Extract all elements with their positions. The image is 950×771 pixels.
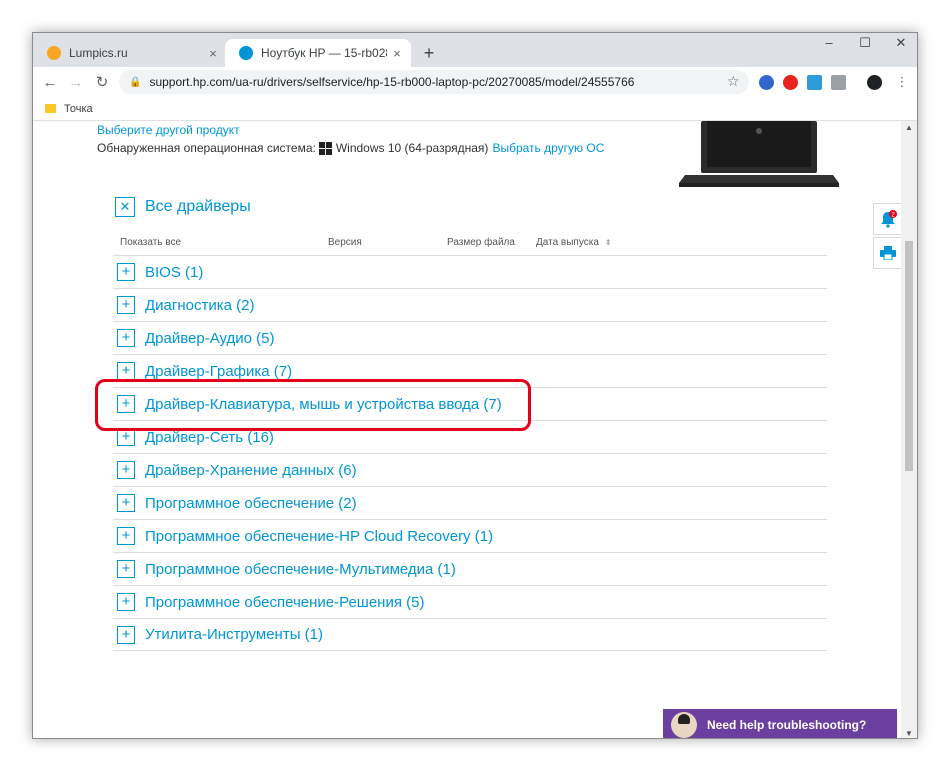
- lumpics-favicon-icon: [47, 46, 61, 60]
- extension-opera-icon[interactable]: [783, 75, 798, 90]
- printer-icon: [880, 246, 896, 260]
- category-label: Диагностика (2): [145, 296, 255, 314]
- category-row[interactable]: + Программное обеспечение (2): [113, 486, 827, 519]
- expand-plus-icon[interactable]: +: [117, 625, 135, 644]
- release-date-column-header[interactable]: Дата выпуска ⬍: [536, 237, 612, 248]
- bookmarks-bar: Точка: [33, 97, 917, 121]
- address-bar[interactable]: 🔒 support.hp.com/ua-ru/drivers/selfservi…: [119, 70, 749, 94]
- page-content: Выберите другой продукт Обнаруженная опе…: [33, 121, 903, 738]
- help-chat-button[interactable]: Need help troubleshooting?: [663, 709, 897, 738]
- file-size-column-header: Размер файла: [447, 237, 515, 248]
- scrollbar-thumb[interactable]: [905, 241, 913, 471]
- release-date-label: Дата выпуска: [536, 237, 599, 248]
- url-text: support.hp.com/ua-ru/drivers/selfservice…: [149, 75, 635, 89]
- category-label: BIOS (1): [145, 263, 204, 281]
- show-all-link[interactable]: Показать все: [120, 237, 181, 248]
- expand-plus-icon[interactable]: +: [117, 527, 135, 545]
- version-column-header: Версия: [328, 237, 362, 248]
- hp-favicon-icon: [239, 46, 253, 60]
- tab-lumpics[interactable]: Lumpics.ru ×: [33, 39, 227, 67]
- laptop-image: [679, 121, 839, 187]
- detected-os-line: Обнаруженная операционная система: Windo…: [97, 141, 604, 155]
- sort-icon[interactable]: ⬍: [605, 238, 612, 247]
- category-label: Драйвер-Сеть (16): [145, 428, 274, 446]
- scroll-up-arrow-icon[interactable]: ▲: [901, 123, 917, 132]
- new-tab-button[interactable]: +: [419, 43, 439, 64]
- extension-globe-icon[interactable]: [759, 75, 774, 90]
- highlight-frame: [95, 379, 531, 431]
- expand-plus-icon[interactable]: +: [117, 329, 135, 347]
- close-window-button[interactable]: ✕: [883, 35, 917, 51]
- extension-play-icon[interactable]: [807, 75, 822, 90]
- collapse-all-icon[interactable]: ✕: [115, 197, 135, 217]
- category-label: Драйвер-Графика (7): [145, 362, 293, 380]
- expand-plus-icon[interactable]: +: [117, 494, 135, 512]
- bell-icon: 2: [881, 210, 897, 228]
- help-chat-label: Need help troubleshooting?: [707, 717, 867, 732]
- folder-icon: [45, 104, 56, 113]
- tab-title: Ноутбук HP — 15-rb028ur Загр: [261, 46, 387, 60]
- detected-os-value: Windows 10 (64-разрядная): [335, 141, 489, 155]
- extension-os-icon[interactable]: [831, 75, 846, 90]
- tab-title: Lumpics.ru: [69, 46, 128, 60]
- maximize-button[interactable]: ☐: [847, 35, 883, 51]
- category-label: Утилита-Инструменты (1): [145, 626, 323, 643]
- expand-plus-icon[interactable]: +: [117, 560, 135, 578]
- print-button[interactable]: [873, 237, 903, 269]
- category-label: Драйвер-Хранение данных (6): [145, 461, 357, 479]
- bookmark-tochka[interactable]: Точка: [64, 103, 93, 115]
- category-row[interactable]: + Драйвер-Аудио (5): [113, 321, 827, 354]
- category-label: Программное обеспечение-HP Cloud Recover…: [145, 527, 494, 545]
- forward-arrow-icon[interactable]: →: [63, 74, 89, 91]
- notifications-button[interactable]: 2: [873, 203, 903, 235]
- tab-close-icon[interactable]: ×: [387, 46, 407, 61]
- lock-icon: 🔒: [129, 76, 142, 88]
- profile-avatar[interactable]: [867, 75, 882, 90]
- category-row[interactable]: + Программное обеспечение-Решения (5): [113, 585, 827, 618]
- tab-close-icon[interactable]: ×: [203, 46, 223, 61]
- category-row[interactable]: + Программное обеспечение-Мультимедиа (1): [113, 552, 827, 585]
- browser-window: Lumpics.ru × Ноутбук HP — 15-rb028ur Заг…: [32, 32, 918, 739]
- windows-logo-icon: [318, 141, 332, 155]
- all-drivers-header[interactable]: ✕ Все драйверы: [115, 197, 251, 217]
- driver-category-list: + BIOS (1) + Диагностика (2) + Драйвер-Ауди…: [113, 255, 827, 651]
- page-scrollbar[interactable]: ▲ ▼: [901, 121, 917, 738]
- tab-strip: Lumpics.ru × Ноутбук HP — 15-rb028ur Заг…: [33, 33, 917, 67]
- category-row[interactable]: + Драйвер-Хранение данных (6): [113, 453, 827, 486]
- category-label: Программное обеспечение-Решения (5): [145, 593, 425, 611]
- category-label: Программное обеспечение-Мультимедиа (1): [145, 560, 456, 578]
- reload-icon[interactable]: ↻: [89, 73, 115, 91]
- all-drivers-title: Все драйверы: [145, 198, 251, 215]
- category-row[interactable]: + Диагностика (2): [113, 288, 827, 321]
- category-row[interactable]: + Утилита-Инструменты (1): [113, 618, 827, 651]
- category-label: Программное обеспечение (2): [145, 494, 357, 512]
- expand-plus-icon[interactable]: +: [117, 461, 135, 479]
- back-arrow-icon[interactable]: ←: [37, 74, 63, 91]
- scroll-down-arrow-icon[interactable]: ▼: [901, 729, 917, 738]
- expand-plus-icon[interactable]: +: [117, 296, 135, 314]
- tab-hp-support[interactable]: Ноутбук HP — 15-rb028ur Загр ×: [225, 39, 411, 67]
- category-row[interactable]: + BIOS (1): [113, 255, 827, 288]
- detected-os-label: Обнаруженная операционная система:: [97, 141, 316, 155]
- choose-other-os-link[interactable]: Выбрать другую ОС: [492, 141, 604, 155]
- category-row[interactable]: + Программное обеспечение-HP Cloud Recove…: [113, 519, 827, 552]
- expand-plus-icon[interactable]: +: [117, 263, 135, 281]
- expand-plus-icon[interactable]: +: [117, 362, 135, 380]
- choose-other-product-link[interactable]: Выберите другой продукт: [97, 123, 240, 137]
- menu-dots-icon[interactable]: ⋮: [889, 74, 915, 90]
- minimize-button[interactable]: –: [811, 35, 847, 50]
- bookmark-star-icon[interactable]: ☆: [727, 73, 740, 90]
- browser-toolbar: ← → ↻ 🔒 support.hp.com/ua-ru/drivers/sel…: [33, 67, 917, 97]
- category-label: Драйвер-Аудио (5): [145, 329, 275, 347]
- chat-agent-avatar: [671, 711, 697, 738]
- expand-plus-icon[interactable]: +: [117, 593, 135, 611]
